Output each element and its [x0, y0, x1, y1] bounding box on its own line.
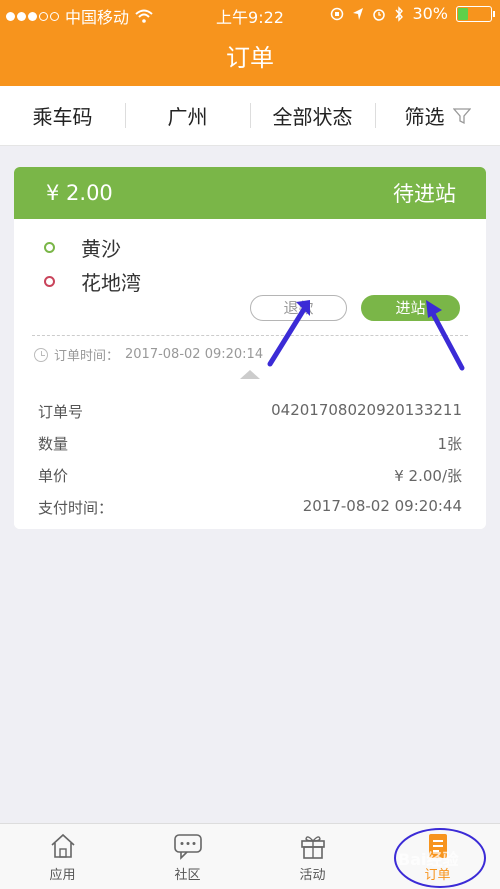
watermark: Bai经验 — [398, 850, 459, 869]
filter-button[interactable]: 筛选 — [375, 101, 500, 130]
status-bar: 中国移动 上午9:22 30% — [0, 0, 500, 28]
bluetooth-icon — [395, 5, 404, 22]
chat-icon — [173, 834, 202, 860]
home-icon — [50, 833, 75, 858]
alarm-icon — [373, 8, 386, 21]
gift-icon — [300, 836, 325, 859]
order-price: ¥ 2.00 — [46, 181, 113, 205]
battery-icon — [456, 5, 495, 22]
to-station: 花地湾 — [44, 267, 141, 296]
detail-row: 支付时间： 2017-08-02 09:20:44 — [38, 497, 462, 517]
battery-percent: 30% — [412, 4, 448, 23]
detail-row: 订单号 042017080209201332​11 — [38, 401, 462, 421]
card-edge — [14, 523, 486, 529]
order-time: 订单时间： 2017-08-02 09:20:14 — [34, 345, 263, 364]
divider — [32, 335, 468, 336]
annotation-arrow-icon — [426, 300, 465, 371]
start-dot-icon — [44, 242, 55, 253]
filter-city[interactable]: 广州 — [125, 101, 250, 130]
location-icon — [353, 7, 364, 20]
rotation-lock-icon — [331, 7, 344, 20]
filter-status[interactable]: 全部状态 — [250, 101, 375, 130]
expand-caret-icon[interactable] — [240, 370, 260, 379]
app-header: 中国移动 上午9:22 30% 订单 — [0, 0, 500, 86]
order-details: 订单号 042017080209201332​11 数量 1张 单价 ¥ 2.0… — [14, 379, 486, 529]
from-station: 黄沙 — [44, 233, 121, 262]
annotation-arrow-icon — [267, 300, 310, 367]
tab-community[interactable]: 社区 — [125, 824, 250, 889]
filter-icon — [452, 107, 471, 124]
detail-row: 数量 1张 — [38, 435, 462, 453]
filter-bar: 乘车码 广州 全部状态 筛选 — [0, 86, 500, 146]
tab-apps[interactable]: 应用 — [0, 824, 125, 889]
tab-activities[interactable]: 活动 — [250, 824, 375, 889]
order-status: 待进站 — [393, 182, 456, 206]
end-dot-icon — [44, 276, 55, 287]
page-title: 订单 — [226, 44, 274, 72]
filter-ride-code[interactable]: 乘车码 — [0, 101, 125, 130]
detail-row: 单价 ¥ 2.00/张 — [38, 467, 462, 485]
order-card-header: ¥ 2.00 待进站 — [14, 167, 486, 219]
clock-icon — [34, 347, 48, 362]
